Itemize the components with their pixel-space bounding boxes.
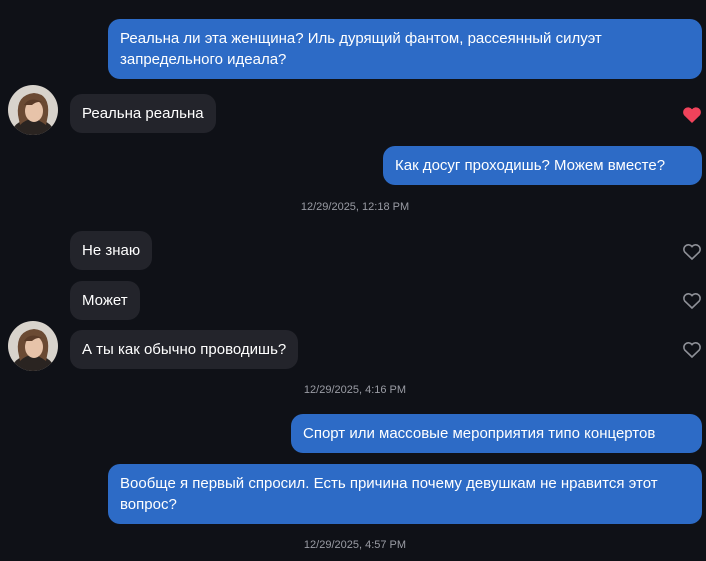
message-text: Как досуг проходишь? Можем вместе? [395,157,666,174]
message-text: А ты как обычно проводишь? [82,341,287,358]
message-text: Спорт или массовые мероприятия типо конц… [303,425,656,442]
heart-liked-icon[interactable] [682,106,702,124]
incoming-message[interactable]: Не знаю [70,231,153,270]
heart-outline-icon[interactable] [682,341,702,359]
outgoing-message[interactable]: Спорт или массовые мероприятия типо конц… [291,414,702,453]
timestamp: 12/29/2025, 4:16 PM [303,384,407,396]
outgoing-message[interactable]: Реальна ли эта женщина? Иль дурящий фант… [108,19,702,79]
avatar[interactable] [8,85,58,135]
message-text: Может [82,292,128,309]
message-text: Реальна реальна [82,105,204,122]
outgoing-message[interactable]: Как досуг проходишь? Можем вместе? [383,146,702,185]
message-text: Вообще я первый спросил. Есть причина по… [120,475,658,513]
timestamp: 12/29/2025, 4:57 PM [303,539,407,551]
incoming-message[interactable]: Реальна реальна [70,94,216,133]
incoming-message[interactable]: А ты как обычно проводишь? [70,330,299,369]
outgoing-message[interactable]: Вообще я первый спросил. Есть причина по… [108,464,702,524]
heart-outline-icon[interactable] [682,243,702,261]
message-text: Не знаю [82,242,141,259]
heart-outline-icon[interactable] [682,292,702,310]
message-text: Реальна ли эта женщина? Иль дурящий фант… [120,30,602,68]
incoming-message[interactable]: Может [70,281,140,320]
timestamp: 12/29/2025, 12:18 PM [300,201,410,213]
avatar[interactable] [8,321,58,371]
